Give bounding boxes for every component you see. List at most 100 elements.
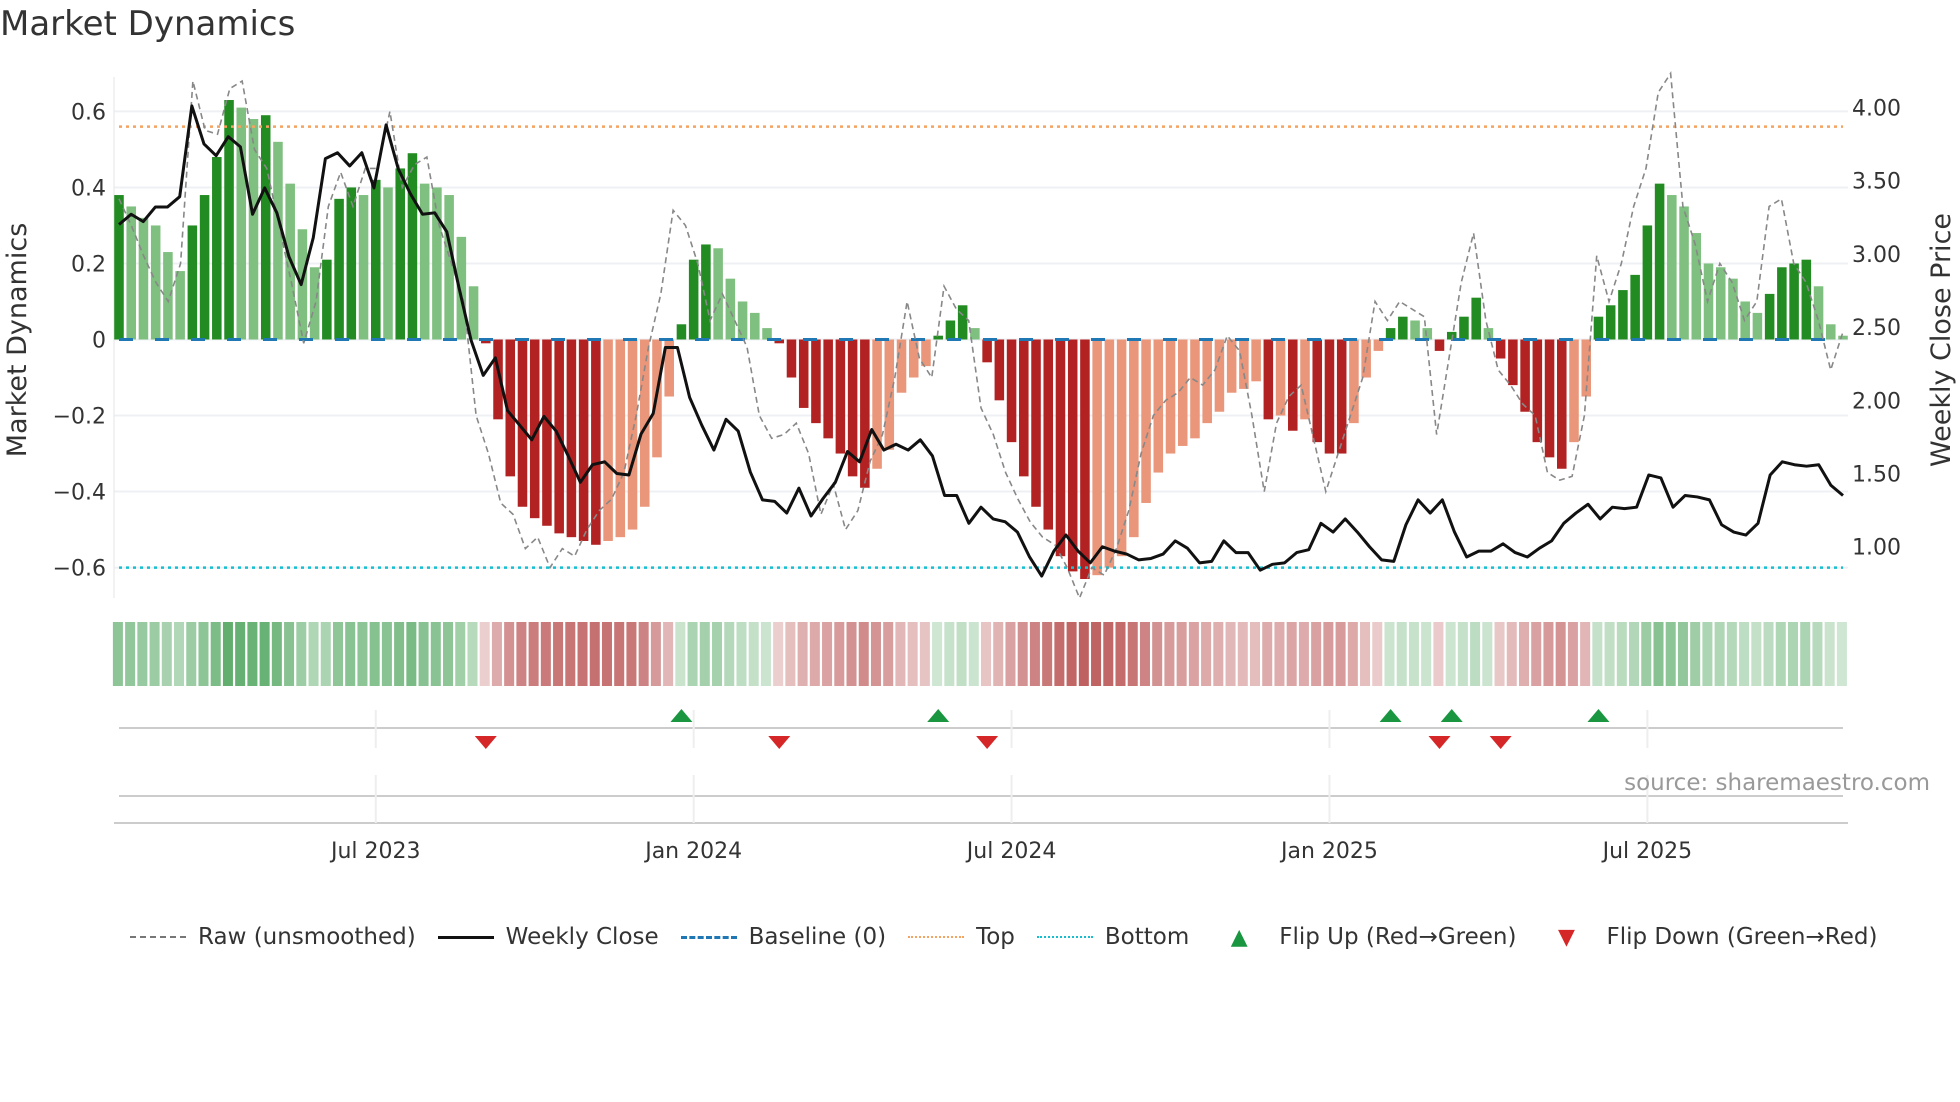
histogram-bar [1520, 339, 1530, 412]
regime-strip-cell [418, 622, 429, 686]
histogram-bar [1263, 339, 1274, 420]
regime-strip-cell [1690, 622, 1701, 686]
regime-strip-cell [1005, 622, 1016, 686]
regime-strip-cell [846, 622, 857, 686]
regime-strip-cell [1506, 622, 1517, 686]
regime-strip-cell [1335, 622, 1346, 686]
x-tick-label: Jul 2023 [329, 839, 421, 864]
regime-strip-cell [1787, 622, 1799, 686]
legend-item-raw: Raw (unsmoothed) [130, 924, 416, 950]
histogram-bar [1336, 339, 1347, 454]
regime-strip-cell [332, 622, 343, 686]
regime-strip-cell [834, 622, 845, 686]
regime-strip-cell [284, 622, 295, 686]
regime-strip-cell [1347, 622, 1358, 686]
regime-strip-cell [1323, 622, 1334, 686]
histogram-bar [1349, 339, 1359, 424]
source-label: source: sharemaestro.com [1624, 770, 1930, 796]
histogram-bar [1557, 339, 1567, 469]
regime-strip-cell [1641, 622, 1652, 686]
histogram-bar [872, 339, 882, 469]
histogram-bar [1422, 328, 1433, 340]
regime-strip-cell [1677, 622, 1688, 686]
y-tick-label: 0.2 [71, 252, 106, 277]
regime-strip-cell [1249, 622, 1261, 686]
histogram-bar [982, 339, 992, 363]
regime-strip-cell [443, 622, 454, 686]
regime-strip-cell [870, 622, 881, 686]
histogram-bar [1373, 339, 1384, 351]
regime-strip-cell [345, 622, 356, 686]
legend: Raw (unsmoothed) Weekly Close Baseline (… [130, 924, 1877, 950]
regime-strip-cell [797, 622, 808, 686]
regime-strip-cell [1800, 622, 1811, 686]
legend-label: Weekly Close [505, 924, 659, 950]
regime-strip-cell [1494, 622, 1505, 686]
legend-label: Raw (unsmoothed) [198, 924, 416, 950]
legend-item-top: Top [908, 924, 1015, 950]
y-tick-label: 0.4 [71, 176, 106, 201]
flip-down-marker [1428, 736, 1451, 749]
histogram-bar [1642, 225, 1653, 340]
regime-strip-cell [467, 622, 478, 686]
regime-strip-cell [1665, 622, 1676, 686]
histogram-bar [1679, 206, 1689, 340]
regime-strip-cell [650, 622, 661, 686]
histogram-bar [1324, 339, 1335, 454]
histogram-bar [1410, 320, 1420, 340]
histogram-bar [1067, 339, 1078, 572]
regime-strip-cell [1176, 622, 1187, 686]
regime-strip-cell [1433, 622, 1444, 686]
y2-tick-label: 2.50 [1852, 316, 1901, 341]
histogram-bar [1006, 339, 1017, 443]
histogram-bar [1165, 339, 1176, 454]
regime-strip-cell [724, 622, 735, 686]
histogram-bar [1288, 339, 1298, 431]
histogram-bar [1605, 305, 1616, 340]
regime-strip-cell [1421, 622, 1432, 686]
histogram-bar [1092, 339, 1102, 576]
histogram-bar [823, 339, 833, 439]
histogram-bar [1190, 339, 1200, 439]
regime-strip-cell [589, 622, 600, 686]
regime-strip-cell [736, 622, 747, 686]
regime-strip-cell [1066, 622, 1077, 686]
y-tick-label: −0.6 [53, 557, 106, 582]
regime-strip-cell [956, 622, 967, 686]
regime-strip-cell [1629, 622, 1640, 686]
histogram-bar [260, 115, 271, 340]
regime-strip-cell [1482, 622, 1493, 686]
histogram-bar [615, 339, 626, 538]
regime-strip-cell [308, 622, 319, 686]
histogram-bar [676, 324, 687, 340]
regime-strip-cell [858, 622, 869, 686]
regime-strip-cell [430, 622, 441, 686]
histogram-bar [199, 195, 210, 340]
regime-strip-cell [210, 622, 221, 686]
histogram-bar [1398, 316, 1408, 340]
y2-axis-label: Weekly Close Price [1926, 213, 1957, 467]
histogram-bar [1141, 339, 1151, 503]
histogram-bar [1508, 339, 1518, 386]
histogram-bar [1630, 274, 1640, 340]
histogram-bar [737, 301, 748, 340]
regime-strip-cell [919, 622, 930, 686]
regime-strip-cell [1531, 622, 1542, 686]
x-tick-label: Jul 2025 [1601, 839, 1693, 864]
histogram-bar [1544, 339, 1555, 458]
histogram-bar [933, 335, 943, 340]
histogram-bar [725, 278, 736, 340]
histogram-bar [1691, 233, 1702, 340]
regime-strip-cell [320, 622, 331, 686]
histogram-bar [1715, 267, 1726, 340]
regime-strip-cell [553, 622, 564, 686]
flip-up-marker [1379, 709, 1402, 722]
histogram-bar [444, 195, 454, 340]
histogram-bar [1202, 339, 1212, 424]
histogram-bar [1300, 339, 1310, 420]
regime-strip-cell [1714, 622, 1725, 686]
regime-strip-cell [186, 622, 197, 686]
regime-strip-cell [1739, 622, 1750, 686]
regime-strip-cell [1726, 622, 1737, 686]
legend-item-baseline: Baseline (0) [680, 924, 886, 950]
